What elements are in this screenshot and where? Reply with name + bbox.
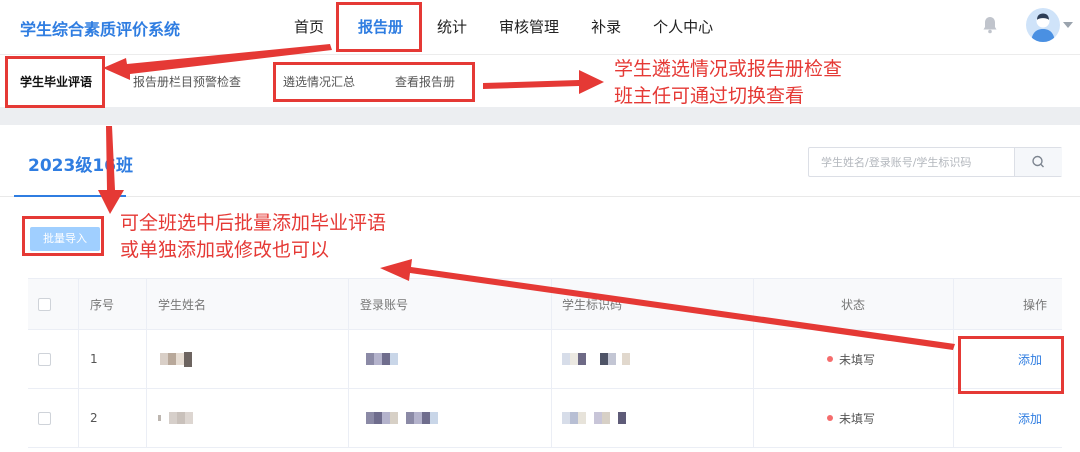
select-all-cell	[38, 279, 51, 329]
row-checkbox[interactable]	[38, 411, 51, 425]
student-id-redacted	[562, 389, 626, 447]
student-name-redacted	[160, 330, 192, 388]
student-id-redacted	[562, 330, 630, 388]
column-divider	[146, 330, 147, 388]
tab-column-warning-check[interactable]: 报告册栏目预警检查	[133, 73, 241, 90]
row-index: 2	[90, 411, 98, 425]
highlight-add-action	[958, 336, 1064, 394]
column-divider	[348, 279, 349, 329]
column-divider	[551, 330, 552, 388]
annotation-line: 班主任可通过切换查看	[614, 85, 805, 107]
search-button[interactable]	[1014, 148, 1062, 176]
highlight-tab-graduation-comments	[5, 56, 105, 108]
search-icon	[1032, 155, 1044, 168]
status-text: 未填写	[839, 411, 876, 426]
highlight-batch-import	[22, 216, 104, 256]
annotation-line: 可全班选中后批量添加毕业评语	[120, 212, 387, 234]
caret-down-icon[interactable]	[1063, 22, 1073, 28]
column-divider	[78, 279, 79, 329]
avatar[interactable]	[1026, 8, 1060, 42]
column-divider	[753, 389, 754, 447]
status-text: 未填写	[839, 352, 876, 367]
main-card: 2023级16班 批量导入 序号 学生姓名 登录账号 学生标识码 状态 操作	[0, 125, 1080, 452]
active-class-underline	[14, 195, 126, 197]
nav-statistics[interactable]: 统计	[421, 0, 483, 54]
add-comment-link[interactable]: 添加	[1018, 410, 1042, 427]
highlight-selection-tabs	[273, 62, 475, 102]
search-box	[808, 147, 1062, 177]
column-divider	[78, 389, 79, 447]
row-index: 1	[90, 352, 98, 366]
header-status: 状态	[840, 297, 865, 312]
row-select-cell	[38, 330, 51, 388]
status-dot	[827, 415, 833, 421]
row-action-cell: 添加	[953, 389, 1042, 447]
nav-supplement[interactable]: 补录	[575, 0, 637, 54]
login-account-redacted	[366, 330, 398, 388]
user-avatar-icon	[1031, 13, 1055, 42]
class-title[interactable]: 2023级16班	[28, 151, 133, 176]
students-table: 序号 学生姓名 登录账号 学生标识码 状态 操作 1 未填写 添加 2 未填写 …	[28, 278, 1062, 448]
column-divider	[753, 330, 754, 388]
header-actions: 操作	[1022, 297, 1047, 312]
login-account-redacted	[366, 389, 438, 447]
annotation-note-top: 学生遴选情况或报告册检查 班主任可通过切换查看	[614, 56, 842, 110]
annotation-line: 或单独添加或修改也可以	[120, 239, 330, 261]
annotation-note-mid: 可全班选中后批量添加毕业评语 或单独添加或修改也可以	[120, 210, 386, 264]
nav-home[interactable]: 首页	[278, 0, 340, 54]
column-divider	[551, 279, 552, 329]
highlight-nav-report-book	[336, 2, 422, 52]
column-divider	[78, 330, 79, 388]
annotation-line: 学生遴选情况或报告册检查	[614, 58, 843, 80]
column-divider	[551, 389, 552, 447]
top-navbar: 学生综合素质评价系统 首页 报告册 统计 审核管理 补录 个人中心	[0, 0, 1080, 55]
row-select-cell	[38, 389, 51, 447]
app-title: 学生综合素质评价系统	[20, 20, 181, 39]
table-row: 2 未填写 添加	[28, 389, 1062, 448]
search-input[interactable]	[809, 148, 1014, 176]
student-name-redacted	[158, 389, 193, 447]
bell-icon[interactable]	[982, 16, 998, 34]
status-badge: 未填写	[827, 330, 875, 388]
section-gap	[0, 107, 1080, 125]
status-badge: 未填写	[827, 389, 875, 447]
column-divider	[348, 389, 349, 447]
column-divider	[146, 279, 147, 329]
nav-review-management[interactable]: 审核管理	[483, 0, 575, 54]
header-login-account: 登录账号	[360, 297, 409, 312]
column-divider	[348, 330, 349, 388]
nav-personal-center[interactable]: 个人中心	[637, 0, 729, 54]
header-index: 序号	[90, 297, 115, 312]
status-dot	[827, 356, 833, 362]
title-divider	[0, 196, 1080, 197]
select-all-checkbox[interactable]	[38, 297, 51, 311]
table-header-row: 序号 学生姓名 登录账号 学生标识码 状态 操作	[28, 278, 1062, 330]
table-row: 1 未填写 添加	[28, 330, 1062, 389]
header-student-name: 学生姓名	[158, 297, 207, 312]
column-divider	[146, 389, 147, 447]
row-checkbox[interactable]	[38, 352, 51, 366]
sub-tabs: 学生毕业评语 报告册栏目预警检查 遴选情况汇总 查看报告册	[0, 55, 1080, 107]
header-student-id: 学生标识码	[562, 297, 623, 312]
